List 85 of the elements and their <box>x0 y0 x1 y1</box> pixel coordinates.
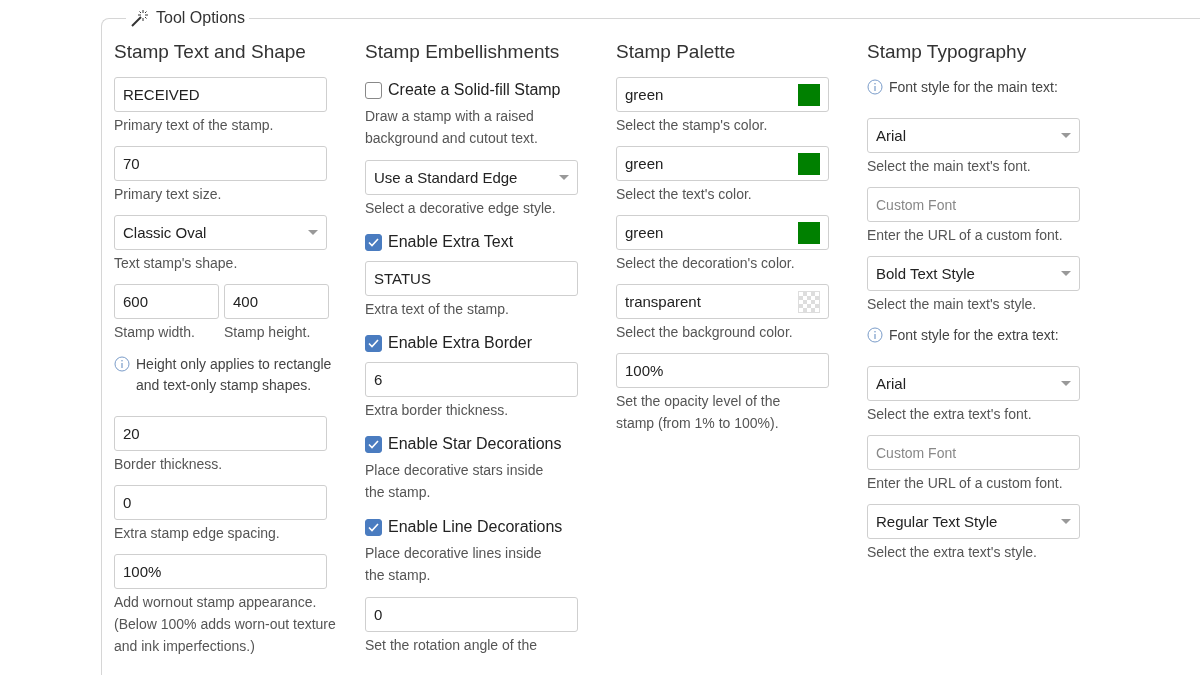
help-text: Stamp width. <box>114 323 196 342</box>
help-text: Add wornout stamp appearance. (Below 100% adds worn-out texture and ink imperfections.) <box>114 593 337 656</box>
column-title: Stamp Palette <box>616 41 737 63</box>
checkbox[interactable] <box>365 518 382 536</box>
help-text: Enter the URL of a custom font. <box>867 226 1063 245</box>
info-note: Height only applies to rectangle and text-only stamp shapes. <box>136 355 333 395</box>
help-text: Border thickness. <box>114 455 224 474</box>
check-icon <box>368 522 379 532</box>
dropdown[interactable]: Arial <box>867 366 1080 401</box>
help-text: Primary text of the stamp. <box>114 116 275 135</box>
caret-icon <box>308 229 318 236</box>
checkbox[interactable] <box>365 81 382 99</box>
text-field[interactable]: Custom Font <box>867 187 1080 222</box>
dropdown[interactable]: Regular Text Style <box>867 504 1080 539</box>
help-text: Text stamp's shape. <box>114 254 239 273</box>
info-icon <box>867 79 883 95</box>
checkbox[interactable] <box>365 435 382 453</box>
text-field[interactable]: 100% <box>114 554 327 589</box>
help-text: Select the background color. <box>616 323 794 342</box>
text-field[interactable]: RECEIVED <box>114 77 327 112</box>
text-field[interactable]: 400 <box>224 284 329 319</box>
column-title: Stamp Embellishments <box>365 41 561 63</box>
info-note: Font style for the main text: <box>889 78 1059 97</box>
checkbox[interactable] <box>365 334 382 352</box>
dropdown[interactable]: Bold Text Style <box>867 256 1080 291</box>
text-field[interactable]: 0 <box>365 597 578 632</box>
info-icon <box>114 356 130 372</box>
help-text: Select the main text's font. <box>867 157 1032 176</box>
check-icon <box>368 439 379 449</box>
help-text: Select the extra text's font. <box>867 405 1033 424</box>
help-text: Stamp height. <box>224 323 312 342</box>
text-field[interactable]: 0 <box>114 485 327 520</box>
column-title: Stamp Text and Shape <box>114 41 307 63</box>
help-text: Primary text size. <box>114 185 223 204</box>
caret-icon <box>1061 132 1071 139</box>
color-swatch[interactable] <box>798 83 820 106</box>
text-field[interactable]: 70 <box>114 146 327 181</box>
color-field[interactable]: green <box>616 146 829 181</box>
checkbox-label[interactable]: Enable Extra Text <box>388 233 514 251</box>
checkbox-label[interactable]: Enable Star Decorations <box>388 435 562 453</box>
check-icon <box>368 237 379 247</box>
checkbox-label[interactable]: Create a Solid-fill Stamp <box>388 81 561 99</box>
dropdown[interactable]: Classic Oval <box>114 215 327 250</box>
checkbox-label[interactable]: Enable Extra Border <box>388 334 533 352</box>
info-note: Font style for the extra text: <box>889 326 1060 345</box>
color-swatch[interactable] <box>798 152 820 175</box>
help-text: Select the stamp's color. <box>616 116 769 135</box>
column-title: Stamp Typography <box>867 41 1028 63</box>
panel-title: Tool Options <box>156 10 245 27</box>
caret-icon <box>1061 518 1071 525</box>
help-text: Draw a stamp with a raised background and cutout text. <box>365 107 539 148</box>
color-swatch[interactable] <box>798 221 820 244</box>
text-field[interactable]: 100% <box>616 353 829 388</box>
help-text: Extra border thickness. <box>365 401 510 420</box>
checkbox[interactable] <box>365 233 382 251</box>
caret-icon <box>559 174 569 181</box>
text-field[interactable]: STATUS <box>365 261 578 296</box>
help-text: Enter the URL of a custom font. <box>867 474 1063 493</box>
text-field[interactable]: Custom Font <box>867 435 1080 470</box>
dropdown[interactable]: Arial <box>867 118 1080 153</box>
check-icon <box>368 338 379 348</box>
help-text: Place decorative lines inside the stamp. <box>365 544 543 585</box>
help-text: Set the rotation angle of the <box>365 636 538 655</box>
text-field[interactable]: 6 <box>365 362 578 397</box>
help-text: Select the text's color. <box>616 185 753 204</box>
help-text: Set the opacity level of the stamp (from 1% to 100%). <box>616 392 782 433</box>
caret-icon <box>1061 380 1071 387</box>
help-text: Extra text of the stamp. <box>365 300 510 319</box>
text-field[interactable]: 20 <box>114 416 327 451</box>
help-text: Extra stamp edge spacing. <box>114 524 281 543</box>
text-field[interactable]: 600 <box>114 284 219 319</box>
info-icon <box>867 327 883 343</box>
color-field[interactable]: green <box>616 77 829 112</box>
help-text: Select the extra text's style. <box>867 543 1038 562</box>
caret-icon <box>1061 270 1071 277</box>
help-text: Place decorative stars inside the stamp. <box>365 461 545 502</box>
checkerboard-swatch[interactable] <box>798 290 820 313</box>
dropdown[interactable]: Use a Standard Edge <box>365 160 578 195</box>
color-field[interactable]: transparent <box>616 284 829 319</box>
help-text: Select the decoration's color. <box>616 254 796 273</box>
color-field[interactable]: green <box>616 215 829 250</box>
help-text: Select a decorative edge style. <box>365 199 557 218</box>
checkbox-label[interactable]: Enable Line Decorations <box>388 518 563 536</box>
help-text: Select the main text's style. <box>867 295 1038 314</box>
magic-wand-icon <box>130 10 150 27</box>
